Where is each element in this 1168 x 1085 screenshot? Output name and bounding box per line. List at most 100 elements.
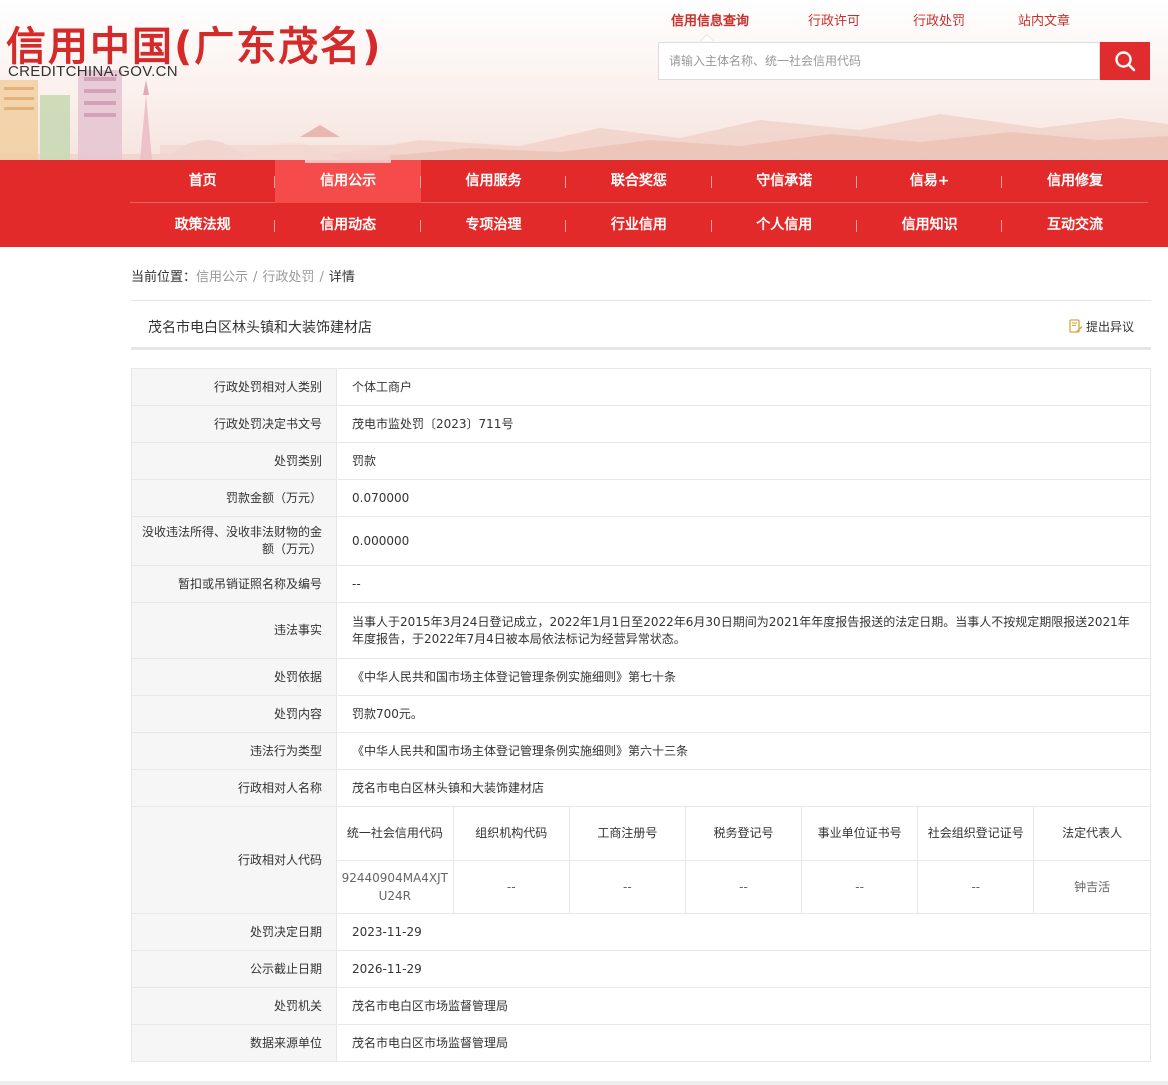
field-label: 处罚决定日期 xyxy=(131,913,337,951)
tax-reg-no-value: -- xyxy=(684,860,802,913)
field-label: 违法行为类型 xyxy=(131,732,337,770)
nav-item-credit-news[interactable]: 信用动态 xyxy=(275,204,421,247)
breadcrumb-prefix: 当前位置： xyxy=(131,270,197,285)
table-row: 行政处罚相对人类别 个体工商户 xyxy=(131,368,1151,406)
field-value: 2026-11-29 xyxy=(336,950,1151,988)
penalty-detail-table: 行政处罚相对人类别 个体工商户 行政处罚决定书文号 茂电市监处罚〔2023〕71… xyxy=(131,368,1151,1062)
field-label: 没收违法所得、没收非法财物的金额（万元） xyxy=(131,516,337,566)
codes-header: 工商注册号 xyxy=(568,807,686,861)
nav-item-credit-commitment[interactable]: 守信承诺 xyxy=(712,160,857,203)
field-label: 行政相对人名称 xyxy=(131,769,337,807)
table-row-codes: 行政相对人代码 统一社会信用代码 组织机构代码 工商注册号 税务登记号 事业单位… xyxy=(131,806,1151,914)
footer-divider xyxy=(0,1081,1168,1085)
nav-item-credit-knowledge[interactable]: 信用知识 xyxy=(857,204,1003,247)
top-link-admin-penalty[interactable]: 行政处罚 xyxy=(913,10,965,29)
field-value: 茂名市电白区林头镇和大装饰建材店 xyxy=(336,769,1151,807)
nav-row-2: 政策法规 信用动态 专项治理 行业信用 个人信用 信用知识 互动交流 xyxy=(130,204,1148,247)
unified-credit-code-value: 92440904MA4XJTU24R xyxy=(341,870,448,903)
field-value: 罚款700元。 xyxy=(336,695,1151,733)
edit-document-icon xyxy=(1069,319,1083,333)
top-link-site-articles[interactable]: 站内文章 xyxy=(1018,10,1070,29)
codes-subtable: 统一社会信用代码 组织机构代码 工商注册号 税务登记号 事业单位证书号 社会组织… xyxy=(337,807,1150,913)
nav-row-1: 首页 信用公示 信用服务 联合奖惩 守信承诺 信易+ 信用修复 xyxy=(130,160,1148,203)
nav-item-industry-credit[interactable]: 行业信用 xyxy=(566,204,712,247)
table-row: 违法行为类型 《中华人民共和国市场主体登记管理条例实施细则》第六十三条 xyxy=(131,732,1151,770)
search-icon xyxy=(1115,51,1136,72)
field-value: 《中华人民共和国市场主体登记管理条例实施细则》第七十条 xyxy=(336,658,1151,696)
main-nav: 首页 信用公示 信用服务 联合奖惩 守信承诺 信易+ 信用修复 政策法规 信用动… xyxy=(0,160,1168,247)
nav-item-credit-repair[interactable]: 信用修复 xyxy=(1002,160,1147,203)
business-reg-no-value: -- xyxy=(568,860,686,913)
field-value: 当事人于2015年3月24日登记成立，2022年1月1日至2022年6月30日期… xyxy=(336,602,1151,659)
field-label: 行政处罚相对人类别 xyxy=(131,368,337,406)
institution-cert-no-value: -- xyxy=(801,860,918,913)
field-label: 行政处罚决定书文号 xyxy=(131,405,337,443)
table-row: 违法事实 当事人于2015年3月24日登记成立，2022年1月1日至2022年6… xyxy=(131,602,1151,659)
codes-cell: 统一社会信用代码 组织机构代码 工商注册号 税务登记号 事业单位证书号 社会组织… xyxy=(336,806,1151,914)
field-label: 行政相对人代码 xyxy=(131,806,337,914)
nav-item-home[interactable]: 首页 xyxy=(130,160,276,203)
org-code-value: -- xyxy=(452,860,570,913)
search-input[interactable] xyxy=(658,42,1100,80)
social-org-cert-no-value: -- xyxy=(917,860,1034,913)
field-label: 暂扣或吊销证照名称及编号 xyxy=(131,565,337,603)
nav-item-policy[interactable]: 政策法规 xyxy=(130,204,276,247)
nav-item-interaction[interactable]: 互动交流 xyxy=(1002,204,1147,247)
table-row: 公示截止日期 2026-11-29 xyxy=(131,950,1151,988)
entity-title-bar: 茂名市电白区林头镇和大装饰建材店 提出异议 xyxy=(131,300,1151,350)
raise-objection-button[interactable]: 提出异议 xyxy=(1069,318,1134,335)
table-row: 暂扣或吊销证照名称及编号 -- xyxy=(131,565,1151,603)
nav-item-special-governance[interactable]: 专项治理 xyxy=(421,204,567,247)
field-value: 罚款 xyxy=(336,442,1151,480)
codes-value-row: 92440904MA4XJTU24R -- -- -- -- -- 钟吉活 xyxy=(337,860,1150,913)
table-row: 罚款金额（万元） 0.070000 xyxy=(131,479,1151,517)
search-button[interactable] xyxy=(1100,42,1150,80)
nav-item-joint-reward-punishment[interactable]: 联合奖惩 xyxy=(566,160,712,203)
breadcrumb-separator: / xyxy=(253,270,258,285)
codes-header: 事业单位证书号 xyxy=(801,807,918,861)
site-header: 信用中国(广东茂名) CREDITCHINA.GOV.CN 信用信息查询 行政许… xyxy=(0,0,1168,160)
breadcrumb-current: 详情 xyxy=(328,270,355,285)
codes-header: 统一社会信用代码 xyxy=(337,807,454,861)
legal-representative-value: 钟吉活 xyxy=(1033,860,1150,913)
nav-item-credit-service[interactable]: 信用服务 xyxy=(421,160,567,203)
table-row: 处罚决定日期 2023-11-29 xyxy=(131,913,1151,951)
table-row: 行政相对人名称 茂名市电白区林头镇和大装饰建材店 xyxy=(131,769,1151,807)
field-value: 《中华人民共和国市场主体登记管理条例实施细则》第六十三条 xyxy=(336,732,1151,770)
top-link-credit-query[interactable]: 信用信息查询 xyxy=(671,10,749,29)
table-row: 处罚依据 《中华人民共和国市场主体登记管理条例实施细则》第七十条 xyxy=(131,658,1151,696)
table-row: 处罚类别 罚款 xyxy=(131,442,1151,480)
field-value: 0.070000 xyxy=(336,479,1151,517)
nav-item-credit-publicity[interactable]: 信用公示 xyxy=(275,160,421,203)
table-row: 处罚内容 罚款700元。 xyxy=(131,695,1151,733)
entity-name-title: 茂名市电白区林头镇和大装饰建材店 xyxy=(148,320,372,336)
site-domain-text: CREDITCHINA.GOV.CN xyxy=(8,63,178,80)
field-value: -- xyxy=(336,565,1151,603)
breadcrumb-item-admin-penalty[interactable]: 行政处罚 xyxy=(262,270,314,285)
field-label: 数据来源单位 xyxy=(131,1024,337,1062)
field-value: 茂名市电白区市场监督管理局 xyxy=(336,1024,1151,1062)
field-label: 处罚内容 xyxy=(131,695,337,733)
table-row: 没收违法所得、没收非法财物的金额（万元） 0.000000 xyxy=(131,516,1151,566)
field-value: 茂电市监处罚〔2023〕711号 xyxy=(336,405,1151,443)
codes-header: 社会组织登记证号 xyxy=(917,807,1034,861)
breadcrumb-item-credit-publicity[interactable]: 信用公示 xyxy=(196,270,248,285)
codes-header-row: 统一社会信用代码 组织机构代码 工商注册号 税务登记号 事业单位证书号 社会组织… xyxy=(337,807,1150,861)
codes-header: 税务登记号 xyxy=(684,807,802,861)
field-label: 公示截止日期 xyxy=(131,950,337,988)
field-label: 违法事实 xyxy=(131,602,337,659)
breadcrumb: 当前位置：信用公示 / 行政处罚 / 详情 xyxy=(131,266,355,285)
search-bar xyxy=(658,42,1150,80)
breadcrumb-separator: / xyxy=(319,270,324,285)
field-label: 处罚依据 xyxy=(131,658,337,696)
field-value: 0.000000 xyxy=(336,516,1151,566)
table-row: 处罚机关 茂名市电白区市场监督管理局 xyxy=(131,987,1151,1025)
field-value: 茂名市电白区市场监督管理局 xyxy=(336,987,1151,1025)
nav-item-personal-credit[interactable]: 个人信用 xyxy=(712,204,857,247)
top-link-admin-license[interactable]: 行政许可 xyxy=(808,10,860,29)
codes-header: 法定代表人 xyxy=(1033,807,1150,861)
nav-item-xinyi-plus[interactable]: 信易+ xyxy=(857,160,1003,203)
field-label: 罚款金额（万元） xyxy=(131,479,337,517)
table-row: 行政处罚决定书文号 茂电市监处罚〔2023〕711号 xyxy=(131,405,1151,443)
top-links: 信用信息查询 行政许可 行政处罚 站内文章 xyxy=(650,10,1110,30)
